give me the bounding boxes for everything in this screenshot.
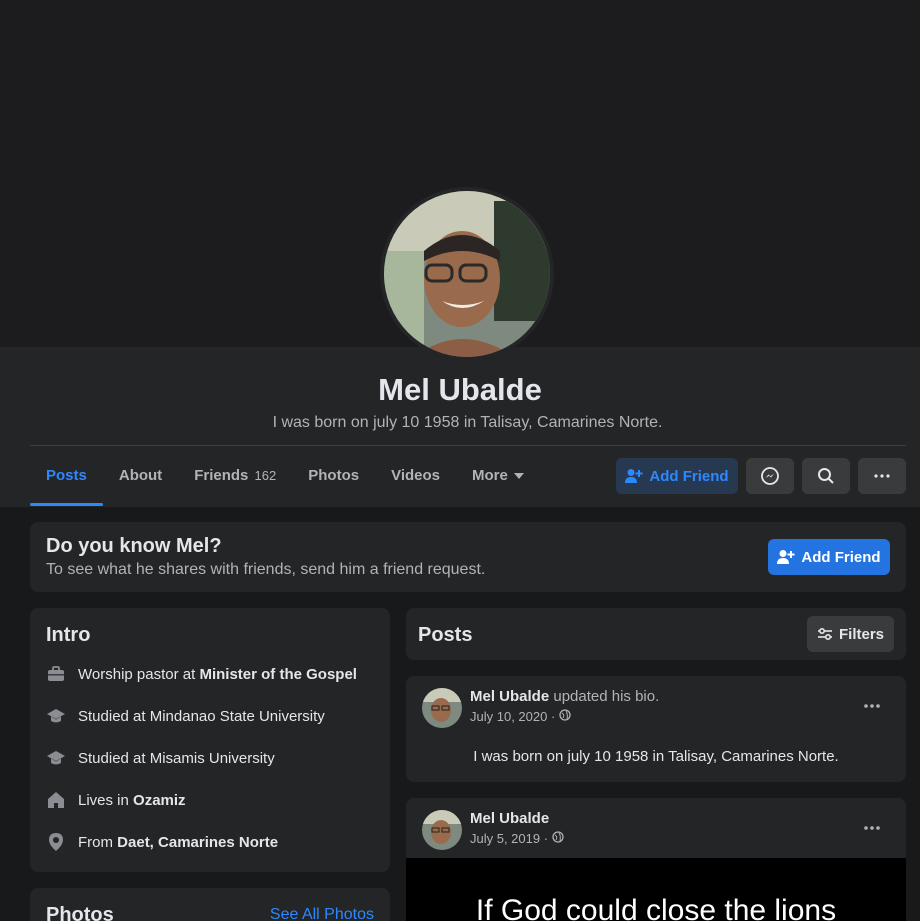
filters-button[interactable]: Filters bbox=[807, 616, 894, 652]
intro-link[interactable]: Ozamiz bbox=[133, 792, 186, 809]
intro-text: Worship pastor at bbox=[78, 665, 200, 683]
globe-icon bbox=[548, 831, 564, 846]
add-person-icon bbox=[625, 468, 643, 484]
graduation-cap-icon bbox=[46, 748, 66, 768]
globe-icon bbox=[555, 709, 571, 724]
post-author[interactable]: Mel Ubalde bbox=[470, 688, 549, 705]
add-person-icon bbox=[777, 549, 795, 565]
intro-link[interactable]: Daet, Camarines Norte bbox=[117, 834, 278, 851]
more-options-button[interactable] bbox=[858, 458, 906, 494]
tab-about[interactable]: About bbox=[103, 456, 178, 506]
posts-title: Posts bbox=[418, 624, 473, 646]
tab-label: Posts bbox=[46, 467, 87, 484]
post-date[interactable]: July 5, 2019 · bbox=[470, 831, 548, 846]
intro-text: Studied at Mindanao State University bbox=[78, 707, 325, 725]
graduation-cap-icon bbox=[46, 706, 66, 726]
tab-more[interactable]: More bbox=[456, 456, 540, 506]
messenger-button[interactable] bbox=[746, 458, 794, 494]
profile-bio: I was born on july 10 1958 in Talisay, C… bbox=[272, 414, 663, 431]
briefcase-icon bbox=[46, 664, 66, 684]
tab-label: Videos bbox=[391, 467, 441, 484]
photos-card: Photos See All Photos bbox=[30, 888, 390, 921]
friends-count: 162 bbox=[254, 468, 277, 483]
intro-link[interactable]: Minister of the Gospel bbox=[199, 666, 357, 683]
post-author[interactable]: Mel Ubalde bbox=[470, 810, 549, 827]
posts-header: Posts Filters bbox=[406, 608, 906, 660]
friend-request-subtitle: To see what he shares with friends, send… bbox=[46, 561, 486, 578]
post-author-line: Mel Ubalde bbox=[470, 810, 549, 827]
photos-title: Photos bbox=[46, 904, 114, 921]
intro-card: Intro Worship pastor at Minister of the … bbox=[30, 608, 390, 872]
post-meta: July 5, 2019 · bbox=[470, 831, 564, 846]
post-image[interactable]: If God could close the lions bbox=[406, 858, 906, 921]
ellipsis-icon bbox=[874, 474, 890, 478]
intro-item-education-2: Studied at Misamis University bbox=[46, 746, 275, 770]
search-button[interactable] bbox=[802, 458, 850, 494]
post-image-text: If God could close the lions bbox=[475, 894, 837, 921]
tab-label: Friends bbox=[194, 467, 249, 484]
post-card: Mel Ubalde updated his bio. July 10, 202… bbox=[406, 676, 906, 782]
tab-photos[interactable]: Photos bbox=[292, 456, 375, 506]
tab-videos[interactable]: Videos bbox=[375, 456, 456, 506]
post-meta: July 10, 2020 · bbox=[470, 709, 571, 724]
sliders-icon bbox=[817, 627, 839, 641]
profile-tabs: Posts About Friends 162 Photos Videos Mo… bbox=[30, 456, 540, 506]
add-friend-label: Add Friend bbox=[649, 467, 729, 485]
intro-item-lives: Lives in Ozamiz bbox=[46, 788, 186, 812]
post-text: I was born on july 10 1958 in Talisay, C… bbox=[473, 748, 839, 765]
add-friend-button[interactable]: Add Friend bbox=[616, 458, 738, 494]
add-friend-label: Add Friend bbox=[801, 548, 881, 566]
intro-item-education-1: Studied at Mindanao State University bbox=[46, 704, 325, 728]
intro-title: Intro bbox=[46, 624, 91, 646]
friend-request-card: Do you know Mel? To see what he shares w… bbox=[30, 522, 906, 592]
intro-item-from: From Daet, Camarines Norte bbox=[46, 830, 278, 854]
intro-text: Lives in bbox=[78, 791, 134, 809]
post-options-icon[interactable] bbox=[862, 818, 882, 838]
add-friend-button-primary[interactable]: Add Friend bbox=[768, 539, 890, 575]
tab-label: About bbox=[118, 467, 163, 484]
post-card: Mel Ubalde July 5, 2019 · If God could c… bbox=[406, 798, 906, 921]
search-icon bbox=[817, 467, 835, 485]
avatar[interactable] bbox=[422, 810, 462, 850]
messenger-icon bbox=[761, 467, 779, 485]
caret-down-icon bbox=[513, 473, 524, 480]
intro-text: From bbox=[78, 833, 118, 851]
avatar[interactable] bbox=[422, 688, 462, 728]
tab-label: More bbox=[472, 467, 508, 484]
home-icon bbox=[46, 790, 66, 810]
intro-text: Studied at Misamis University bbox=[78, 749, 275, 767]
header-divider bbox=[30, 445, 906, 446]
location-pin-icon bbox=[46, 832, 66, 852]
post-author-line: Mel Ubalde updated his bio. bbox=[470, 688, 659, 705]
post-date[interactable]: July 10, 2020 · bbox=[470, 709, 555, 724]
tab-posts[interactable]: Posts bbox=[30, 456, 103, 506]
tab-label: Photos bbox=[308, 467, 360, 484]
avatar bbox=[384, 191, 550, 357]
friend-request-title: Do you know Mel? bbox=[46, 535, 222, 557]
profile-name: Mel Ubalde bbox=[378, 372, 542, 407]
post-options-icon[interactable] bbox=[862, 696, 882, 716]
tab-friends[interactable]: Friends 162 bbox=[178, 456, 292, 506]
filters-label: Filters bbox=[838, 625, 884, 643]
intro-item-work: Worship pastor at Minister of the Gospel bbox=[46, 662, 357, 686]
post-action: updated his bio. bbox=[549, 688, 660, 705]
profile-picture[interactable] bbox=[380, 187, 554, 361]
see-all-photos-link[interactable]: See All Photos bbox=[270, 906, 374, 921]
